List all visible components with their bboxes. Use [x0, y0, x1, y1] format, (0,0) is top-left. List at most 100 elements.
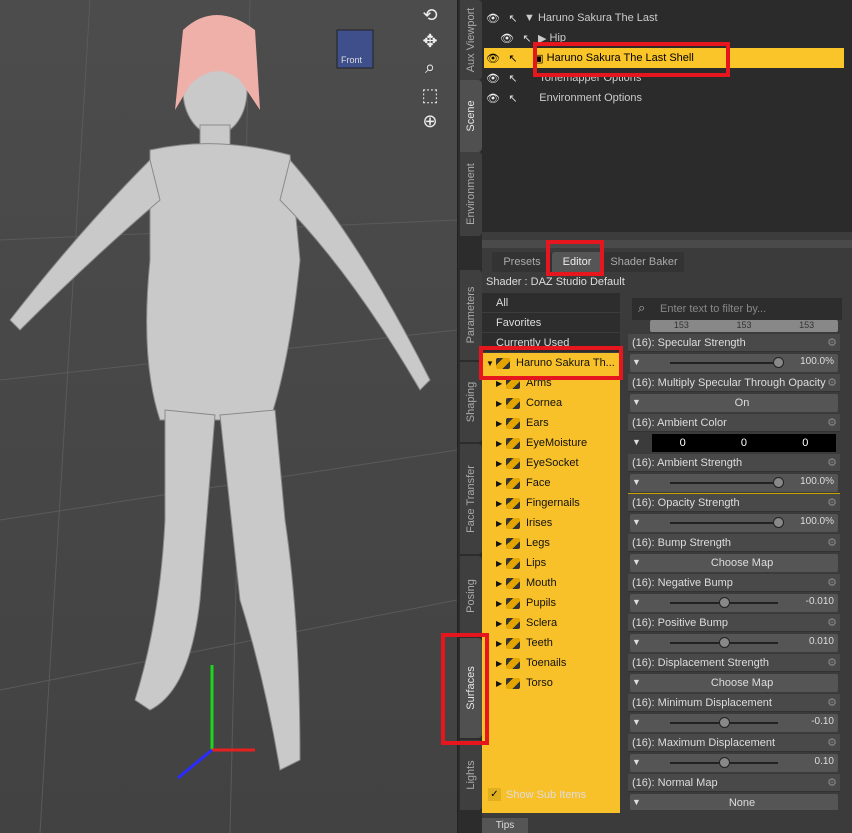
tab-aux-viewport[interactable]: Aux Viewport — [460, 0, 482, 80]
tab-face-transfer[interactable]: Face Transfer — [460, 444, 482, 554]
chevron-down-icon[interactable]: ▼ — [632, 677, 641, 687]
chevron-down-icon[interactable]: ▼ — [632, 797, 641, 807]
tree-item[interactable]: ▶ Arms — [482, 373, 620, 393]
eye-icon[interactable]: 👁 — [484, 92, 502, 105]
chevron-down-icon[interactable]: ▼ — [632, 397, 641, 407]
slider-track[interactable] — [670, 637, 778, 648]
slider-track[interactable] — [670, 517, 784, 528]
tab-environment[interactable]: Environment — [460, 152, 482, 236]
select-icon[interactable]: ↖ — [516, 32, 538, 45]
scene-row-tonemapper[interactable]: 👁 ↖ Tonemapper Options — [484, 68, 844, 88]
chevron-right-icon[interactable]: ▶ — [496, 659, 506, 668]
slider-control[interactable]: ▼ 0.010 — [630, 634, 838, 652]
tree-item[interactable]: ▶ Irises — [482, 513, 620, 533]
gear-icon[interactable]: ⚙ — [827, 656, 837, 669]
show-sub-items-checkbox[interactable]: ✓ Show Sub Items — [488, 788, 586, 801]
color-swatch[interactable]: 000 — [652, 434, 836, 452]
tab-shaping[interactable]: Shaping — [460, 362, 482, 442]
select-icon[interactable]: ↖ — [502, 92, 524, 105]
top-color-row[interactable]: 153 153 153 — [628, 320, 840, 334]
tab-editor[interactable]: Editor — [552, 252, 602, 272]
tab-shader-baker[interactable]: Shader Baker — [604, 252, 684, 272]
chevron-down-icon[interactable]: ▼ — [632, 597, 641, 607]
map-button[interactable]: ▼ On — [630, 394, 838, 412]
tree-favorites[interactable]: Favorites — [482, 313, 620, 333]
tree-item[interactable]: ▶ Cornea — [482, 393, 620, 413]
chevron-down-icon[interactable]: ▼ — [632, 477, 641, 487]
view-cube[interactable]: Front — [336, 29, 374, 69]
tab-parameters[interactable]: Parameters — [460, 270, 482, 360]
slider-control[interactable]: ▼ 0.10 — [630, 754, 838, 772]
tab-tips[interactable]: Tips — [482, 818, 528, 833]
chevron-down-icon[interactable]: ▼ — [632, 717, 641, 727]
gear-icon[interactable]: ⚙ — [827, 736, 837, 749]
gear-icon[interactable]: ⚙ — [827, 456, 837, 469]
tree-item[interactable]: ▶ Face — [482, 473, 620, 493]
tree-item[interactable]: ▶ Ears — [482, 413, 620, 433]
tab-posing[interactable]: Posing — [460, 556, 482, 636]
tree-item[interactable]: ▶ Teeth — [482, 633, 620, 653]
tree-item[interactable]: ▶ Mouth — [482, 573, 620, 593]
tree-currently-used[interactable]: Currently Used — [482, 333, 620, 353]
map-button[interactable]: ▼ None — [630, 794, 838, 810]
chevron-right-icon[interactable]: ▶ — [496, 619, 506, 628]
slider-track[interactable] — [670, 597, 778, 608]
select-icon[interactable]: ↖ — [502, 72, 524, 85]
slider-track[interactable] — [670, 357, 784, 368]
move-icon[interactable]: ✥ — [418, 30, 442, 52]
slider-control[interactable]: ▼ 100.0% — [630, 474, 838, 492]
chevron-down-icon[interactable]: ▼ — [632, 517, 641, 527]
eye-icon[interactable]: 👁 — [484, 52, 502, 65]
slider-knob[interactable] — [773, 477, 784, 488]
select-icon[interactable]: ↖ — [502, 12, 524, 25]
gear-icon[interactable]: ⚙ — [827, 536, 837, 549]
slider-knob[interactable] — [773, 357, 784, 368]
tree-item[interactable]: ▶ Toenails — [482, 653, 620, 673]
chevron-down-icon[interactable]: ▼ — [632, 437, 641, 447]
gear-icon[interactable]: ⚙ — [827, 616, 837, 629]
gear-icon[interactable]: ⚙ — [827, 496, 837, 509]
tree-all[interactable]: All — [482, 293, 620, 313]
scene-row-shell[interactable]: 👁 ↖ ▣ Haruno Sakura The Last Shell — [484, 48, 844, 68]
chevron-down-icon[interactable]: ▼ — [632, 757, 641, 767]
tab-surfaces[interactable]: Surfaces — [460, 638, 482, 738]
3d-viewport[interactable]: Front ⟲ ✥ ⌕ ⬚ ⊕ — [0, 0, 457, 833]
scene-scrollbar[interactable] — [482, 232, 852, 240]
chevron-right-icon[interactable]: ▶ — [496, 639, 506, 648]
gear-icon[interactable]: ⚙ — [827, 336, 837, 349]
map-button[interactable]: ▼ Choose Map — [630, 554, 838, 572]
gear-icon[interactable]: ⚙ — [827, 576, 837, 589]
chevron-right-icon[interactable]: ▶ — [496, 379, 506, 388]
slider-control[interactable]: ▼ -0.10 — [630, 714, 838, 732]
slider-knob[interactable] — [719, 717, 730, 728]
slider-control[interactable]: ▼ 100.0% — [630, 514, 838, 532]
tab-presets[interactable]: Presets — [492, 252, 552, 272]
gear-icon[interactable]: ⚙ — [827, 696, 837, 709]
chevron-right-icon[interactable]: ▶ — [496, 459, 506, 468]
slider-knob[interactable] — [719, 757, 730, 768]
chevron-right-icon[interactable]: ▶ — [496, 679, 506, 688]
chevron-right-icon[interactable]: ▶ — [496, 579, 506, 588]
tree-item[interactable]: ▶ EyeSocket — [482, 453, 620, 473]
gear-icon[interactable]: ⚙ — [827, 416, 837, 429]
slider-control[interactable]: ▼ -0.010 — [630, 594, 838, 612]
tree-item[interactable]: ▶ EyeMoisture — [482, 433, 620, 453]
chevron-down-icon[interactable]: ▼ — [632, 357, 641, 367]
chevron-right-icon[interactable]: ▶ — [496, 499, 506, 508]
chevron-right-icon[interactable]: ▶ — [496, 539, 506, 548]
frame-icon[interactable]: ⬚ — [418, 84, 442, 106]
tree-item[interactable]: ▶ Legs — [482, 533, 620, 553]
eye-icon[interactable]: 👁 — [484, 12, 502, 25]
tree-root[interactable]: ▼ Haruno Sakura Th... — [482, 353, 620, 373]
chevron-right-icon[interactable]: ▶ — [496, 599, 506, 608]
chevron-right-icon[interactable]: ▶ — [496, 559, 506, 568]
chevron-right-icon[interactable]: ▶ — [496, 419, 506, 428]
tree-item[interactable]: ▶ Pupils — [482, 593, 620, 613]
eye-icon[interactable]: 👁 — [498, 32, 516, 45]
map-button[interactable]: ▼ Choose Map — [630, 674, 838, 692]
color-control[interactable]: ▼ 0 0 0 — [630, 434, 838, 452]
slider-knob[interactable] — [719, 597, 730, 608]
select-icon[interactable]: ↖ — [502, 52, 524, 65]
slider-track[interactable] — [670, 477, 784, 488]
slider-track[interactable] — [670, 717, 778, 728]
